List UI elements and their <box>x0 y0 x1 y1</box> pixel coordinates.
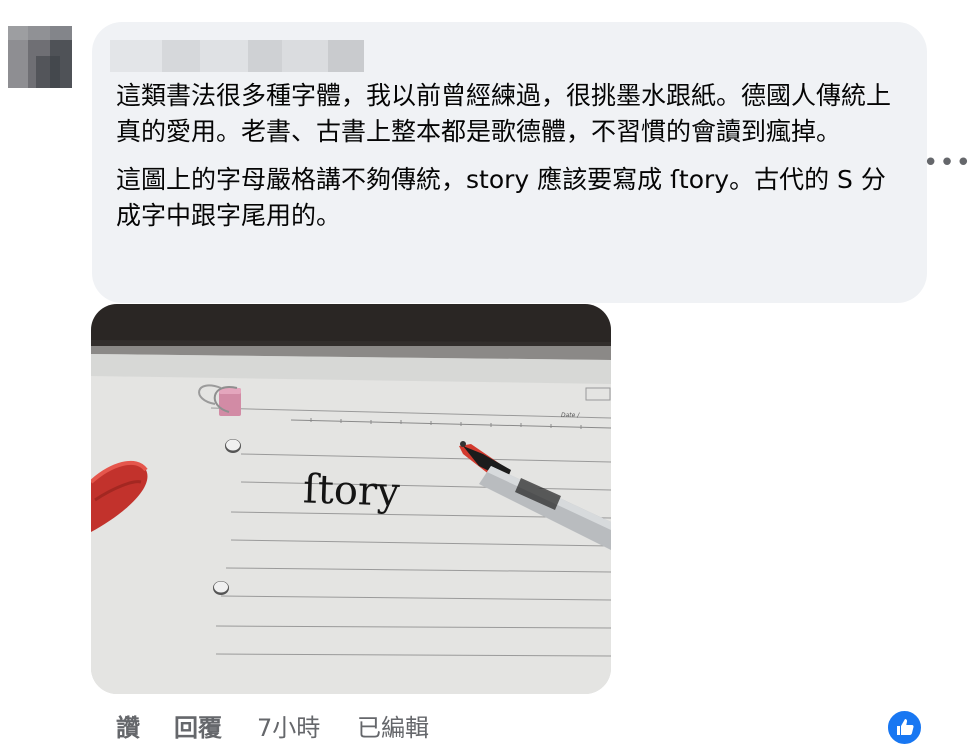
like-button[interactable]: 讚 <box>116 711 140 745</box>
comment-paragraph: 這類書法很多種字體，我以前曾經練過，很挑墨水跟紙。德國人傳統上真的愛用。老書、古… <box>116 81 892 146</box>
previous-comment-more-icon[interactable]: ⌃ <box>903 0 922 14</box>
comment-body: 這類書法很多種字體，我以前曾經練過，很挑墨水跟紙。德國人傳統上真的愛用。老書、古… <box>116 78 901 234</box>
edited-label[interactable]: 已編輯 <box>357 711 429 745</box>
comment-paragraph: 這圖上的字母嚴格講不夠傳統，story 應該要寫成 ſtory。古代的 S 分成… <box>116 165 886 230</box>
more-options-icon[interactable]: ••• <box>923 148 972 178</box>
form-date-label: Date / <box>561 412 580 419</box>
reaction-badge[interactable] <box>886 709 923 746</box>
timestamp-link[interactable]: 7小時 <box>257 711 320 745</box>
thumbs-up-icon <box>897 719 914 735</box>
author-name-redacted[interactable] <box>110 40 364 72</box>
attached-photo[interactable]: Date / ſtory <box>91 304 611 694</box>
avatar[interactable] <box>8 26 72 88</box>
reply-button[interactable]: 回覆 <box>174 711 222 745</box>
comment-bubble: 這類書法很多種字體，我以前曾經練過，很挑墨水跟紙。德國人傳統上真的愛用。老書、古… <box>92 22 927 303</box>
handwritten-word: ſtory <box>302 466 401 515</box>
